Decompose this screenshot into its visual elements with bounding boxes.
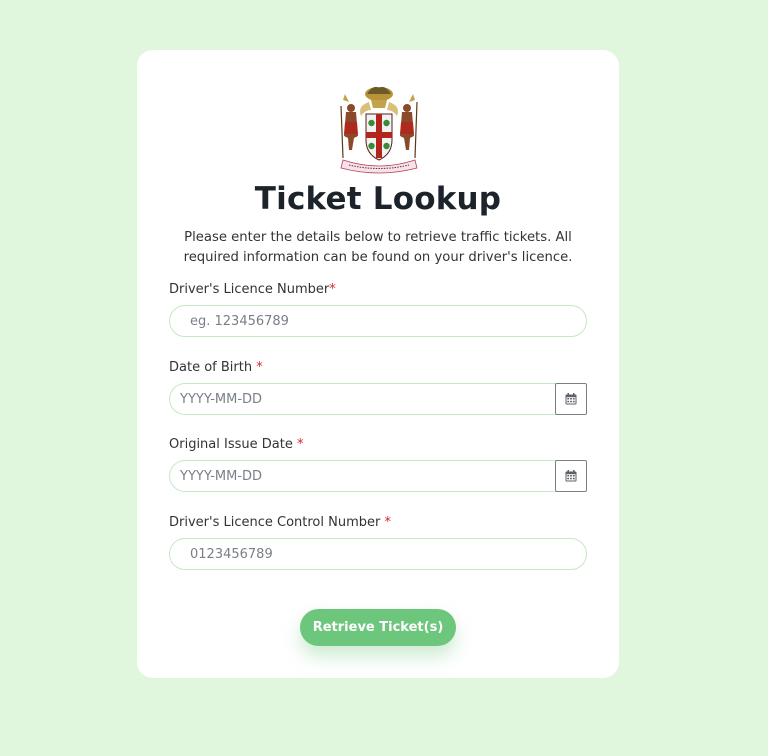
control-number-label: Driver's Licence Control Number *	[169, 515, 391, 530]
page-subtitle: Please enter the details below to retrie…	[183, 230, 573, 265]
licence-number-label-text: Driver's Licence Number	[169, 282, 330, 297]
page-title: Ticket Lookup	[254, 181, 502, 217]
required-marker: *	[256, 360, 263, 375]
licence-number-input[interactable]	[169, 305, 587, 337]
control-number-label-text: Driver's Licence Control Number	[169, 515, 385, 530]
date-of-birth-calendar-button[interactable]	[555, 383, 587, 415]
date-of-birth-label: Date of Birth *	[169, 360, 263, 375]
date-of-birth-label-text: Date of Birth	[169, 360, 257, 375]
date-of-birth-input[interactable]	[169, 383, 556, 415]
retrieve-tickets-button[interactable]: Retrieve Ticket(s)	[300, 609, 456, 646]
issue-date-label-text: Original Issue Date	[169, 437, 297, 452]
required-marker: *	[329, 282, 336, 297]
required-marker: *	[296, 437, 304, 452]
calendar-icon	[565, 470, 577, 482]
calendar-icon	[565, 393, 577, 405]
issue-date-calendar-button[interactable]	[555, 460, 587, 492]
licence-number-label: Driver's Licence Number*	[169, 282, 336, 297]
control-number-input[interactable]	[169, 538, 587, 570]
coat-of-arms-logo	[340, 86, 418, 174]
issue-date-input[interactable]	[169, 460, 556, 492]
issue-date-label: Original Issue Date *	[169, 437, 303, 452]
required-marker: *	[384, 515, 391, 530]
ticket-lookup-card: Ticket Lookup Please enter the details b…	[137, 50, 619, 678]
